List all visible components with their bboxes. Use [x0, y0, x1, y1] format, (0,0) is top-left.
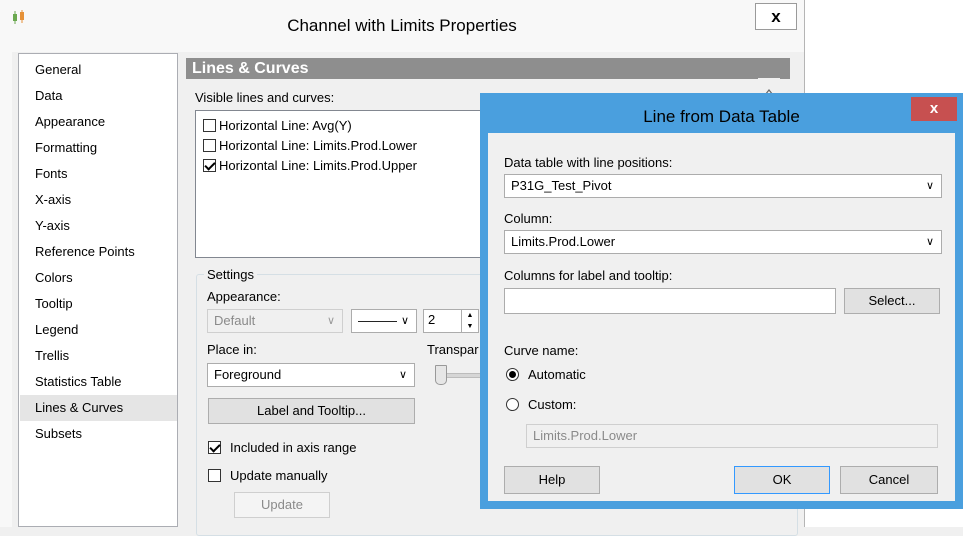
- nav-item-statistics-table[interactable]: Statistics Table: [20, 369, 177, 395]
- section-header: Lines & Curves: [186, 58, 790, 79]
- list-item[interactable]: Horizontal Line: Limits.Prod.Upper: [203, 155, 417, 175]
- dialog-title: Line from Data Table: [643, 107, 800, 126]
- nav-item-legend[interactable]: Legend: [20, 317, 177, 343]
- line-from-data-table-dialog: Line from Data Table x Data table with l…: [480, 93, 963, 509]
- nav-item-fonts[interactable]: Fonts: [20, 161, 177, 187]
- slider-thumb[interactable]: [435, 365, 447, 385]
- radio-button[interactable]: [506, 398, 519, 411]
- custom-radio-option[interactable]: Custom:: [506, 397, 576, 412]
- label-tooltip-columns-field[interactable]: [504, 288, 836, 314]
- nav-item-general[interactable]: General: [20, 57, 177, 83]
- label-tooltip-button[interactable]: Label and Tooltip...: [208, 398, 415, 424]
- nav-item-formatting[interactable]: Formatting: [20, 135, 177, 161]
- ok-button[interactable]: OK: [734, 466, 830, 494]
- nav-item-x-axis[interactable]: X-axis: [20, 187, 177, 213]
- custom-name-value: Limits.Prod.Lower: [533, 428, 638, 443]
- appearance-select[interactable]: Default ∨: [207, 309, 343, 333]
- line-width-value: 2: [428, 312, 436, 327]
- nav-item-subsets[interactable]: Subsets: [20, 421, 177, 447]
- list-item[interactable]: Horizontal Line: Avg(Y): [203, 115, 352, 135]
- chevron-down-icon: ∨: [400, 315, 409, 327]
- place-in-label: Place in:: [207, 342, 257, 357]
- label-tooltip-columns-label: Columns for label and tooltip:: [504, 268, 673, 283]
- list-item[interactable]: Horizontal Line: Limits.Prod.Lower: [203, 135, 417, 155]
- line-checkbox[interactable]: [203, 158, 216, 172]
- column-value: Limits.Prod.Lower: [511, 234, 616, 249]
- data-table-label: Data table with line positions:: [504, 155, 673, 170]
- custom-name-field[interactable]: Limits.Prod.Lower: [526, 424, 938, 448]
- line-checkbox[interactable]: [203, 138, 216, 152]
- nav-item-appearance[interactable]: Appearance: [20, 109, 177, 135]
- help-button[interactable]: Help: [504, 466, 600, 494]
- spin-arrows-icon[interactable]: ▲ ▼: [461, 310, 478, 332]
- close-button[interactable]: x: [755, 3, 797, 30]
- update-manually-label: Update manually: [230, 467, 328, 483]
- column-select[interactable]: Limits.Prod.Lower ∨: [504, 230, 942, 254]
- transparency-label: Transpar: [427, 342, 479, 357]
- line-style-select[interactable]: ——— ∨: [351, 309, 417, 333]
- line-label: Horizontal Line: Avg(Y): [219, 117, 352, 133]
- automatic-radio-option[interactable]: Automatic: [506, 367, 586, 382]
- appearance-value: Default: [214, 313, 256, 328]
- settings-group-label: Settings: [204, 267, 257, 282]
- curve-name-label: Curve name:: [504, 343, 579, 358]
- nav-item-data[interactable]: Data: [20, 83, 177, 109]
- line-label: Horizontal Line: Limits.Prod.Upper: [219, 157, 417, 173]
- place-in-select[interactable]: Foreground ∨: [207, 363, 415, 387]
- window-frame: [0, 52, 12, 527]
- column-label: Column:: [504, 211, 553, 226]
- included-axis-range-checkbox[interactable]: Included in axis range: [208, 437, 356, 457]
- checkbox[interactable]: [208, 468, 221, 482]
- line-checkbox[interactable]: [203, 118, 216, 132]
- dialog-close-button[interactable]: x: [911, 97, 957, 121]
- nav-item-tooltip[interactable]: Tooltip: [20, 291, 177, 317]
- place-in-value: Foreground: [214, 367, 282, 382]
- data-table-value: P31G_Test_Pivot: [511, 178, 612, 193]
- nav-item-y-axis[interactable]: Y-axis: [20, 213, 177, 239]
- automatic-label: Automatic: [528, 367, 586, 382]
- window-title: Channel with Limits Properties: [287, 16, 517, 35]
- appearance-label: Appearance:: [207, 289, 281, 304]
- chevron-down-icon: ∨: [398, 369, 407, 381]
- dialog-body: Data table with line positions: P31G_Tes…: [488, 133, 955, 501]
- category-list: General Data Appearance Formatting Fonts X-ax…: [18, 53, 178, 527]
- line-label: Horizontal Line: Limits.Prod.Lower: [219, 137, 417, 153]
- radio-button[interactable]: [506, 368, 519, 381]
- nav-item-reference-points[interactable]: Reference Points: [20, 239, 177, 265]
- update-manually-checkbox[interactable]: Update manually: [208, 465, 328, 485]
- chevron-down-icon: ∨: [925, 236, 934, 248]
- line-style-value: ———: [358, 313, 397, 328]
- nav-item-trellis[interactable]: Trellis: [20, 343, 177, 369]
- included-label: Included in axis range: [230, 439, 357, 455]
- cancel-button[interactable]: Cancel: [840, 466, 938, 494]
- nav-item-lines-curves[interactable]: Lines & Curves: [20, 395, 177, 421]
- title-bar: Channel with Limits Properties x: [0, 0, 804, 52]
- update-button[interactable]: Update: [234, 492, 330, 518]
- chevron-down-icon: ∨: [925, 180, 934, 192]
- line-width-stepper[interactable]: 2 ▲ ▼: [423, 309, 479, 333]
- chevron-down-icon: ∨: [326, 315, 335, 327]
- custom-label: Custom:: [528, 397, 577, 412]
- checkbox[interactable]: [208, 440, 221, 454]
- data-table-select[interactable]: P31G_Test_Pivot ∨: [504, 174, 942, 198]
- visible-lines-label: Visible lines and curves:: [195, 90, 335, 105]
- select-button[interactable]: Select...: [844, 288, 940, 314]
- nav-item-colors[interactable]: Colors: [20, 265, 177, 291]
